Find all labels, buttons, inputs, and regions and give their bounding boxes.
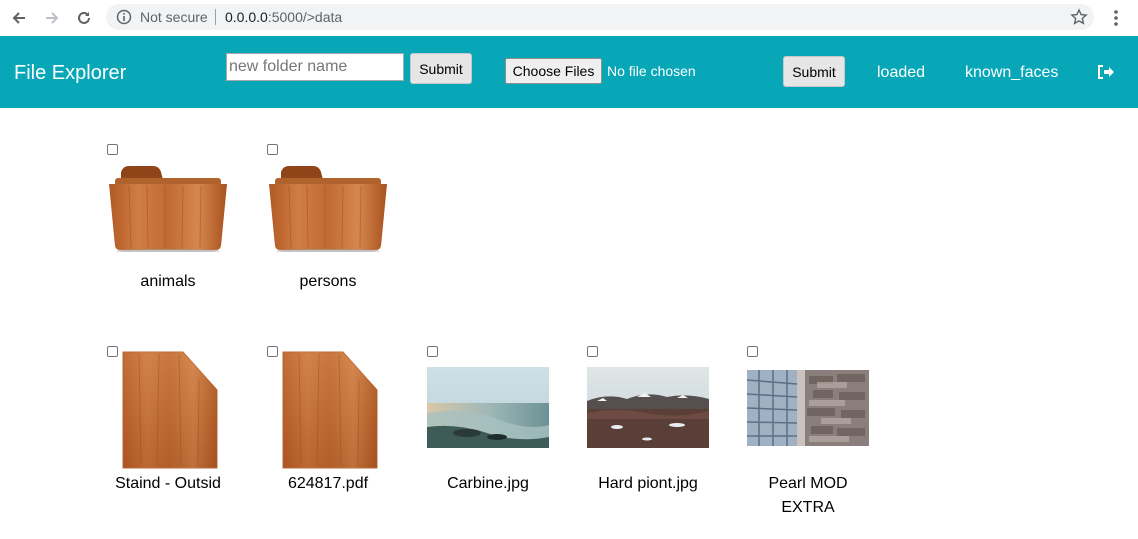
security-label: Not secure bbox=[140, 9, 208, 25]
file-name[interactable]: Staind - Outsid bbox=[87, 472, 249, 496]
brand-title[interactable]: File Explorer bbox=[14, 62, 126, 85]
no-file-status: No file chosen bbox=[607, 63, 696, 79]
building-thumbnail[interactable] bbox=[747, 370, 869, 446]
wood-folder-icon[interactable] bbox=[107, 164, 229, 252]
nav-link-loaded[interactable]: loaded bbox=[877, 64, 925, 82]
star-icon[interactable] bbox=[1070, 8, 1088, 26]
address-bar[interactable]: Not secure 0.0.0.0:5000/>data bbox=[106, 4, 1094, 30]
wood-folder-icon[interactable] bbox=[267, 164, 389, 252]
file-checkbox[interactable] bbox=[107, 346, 118, 357]
choose-files-button[interactable]: Choose Files bbox=[505, 58, 602, 84]
menu-dots-icon[interactable] bbox=[1106, 8, 1126, 28]
snowy-field-thumbnail[interactable] bbox=[587, 367, 709, 448]
logout-icon[interactable] bbox=[1097, 64, 1115, 80]
file-checkbox[interactable] bbox=[267, 346, 278, 357]
forward-arrow-icon[interactable] bbox=[40, 6, 64, 30]
browser-toolbar: Not secure 0.0.0.0:5000/>data bbox=[0, 0, 1138, 36]
new-folder-input[interactable] bbox=[226, 53, 404, 81]
file-name[interactable]: Pearl MOD EXTRA bbox=[747, 472, 869, 520]
url-text[interactable]: 0.0.0.0:5000/>data bbox=[225, 9, 342, 25]
url-host: 0.0.0.0 bbox=[225, 9, 268, 25]
file-name[interactable]: 624817.pdf bbox=[247, 472, 409, 496]
url-path: :5000/>data bbox=[267, 9, 343, 25]
file-checkbox[interactable] bbox=[587, 346, 598, 357]
folder-checkbox[interactable] bbox=[107, 144, 118, 155]
file-checkbox[interactable] bbox=[747, 346, 758, 357]
folder-name[interactable]: animals bbox=[87, 270, 249, 294]
file-checkbox[interactable] bbox=[427, 346, 438, 357]
file-name[interactable]: Hard piont.jpg bbox=[567, 472, 729, 496]
create-folder-submit-button[interactable]: Submit bbox=[410, 53, 472, 84]
reload-icon[interactable] bbox=[72, 6, 96, 30]
info-icon[interactable] bbox=[116, 9, 132, 25]
wood-file-icon[interactable] bbox=[119, 350, 219, 470]
beach-thumbnail[interactable] bbox=[427, 367, 549, 448]
folder-checkbox[interactable] bbox=[267, 144, 278, 155]
wood-file-icon[interactable] bbox=[279, 350, 379, 470]
back-arrow-icon[interactable] bbox=[7, 6, 31, 30]
app-navbar: File Explorer Submit Choose Files No fil… bbox=[0, 36, 1138, 108]
upload-submit-button[interactable]: Submit bbox=[783, 56, 845, 87]
folder-name[interactable]: persons bbox=[247, 270, 409, 294]
nav-link-known-faces[interactable]: known_faces bbox=[965, 64, 1058, 82]
file-name[interactable]: Carbine.jpg bbox=[407, 472, 569, 496]
divider bbox=[215, 9, 216, 25]
